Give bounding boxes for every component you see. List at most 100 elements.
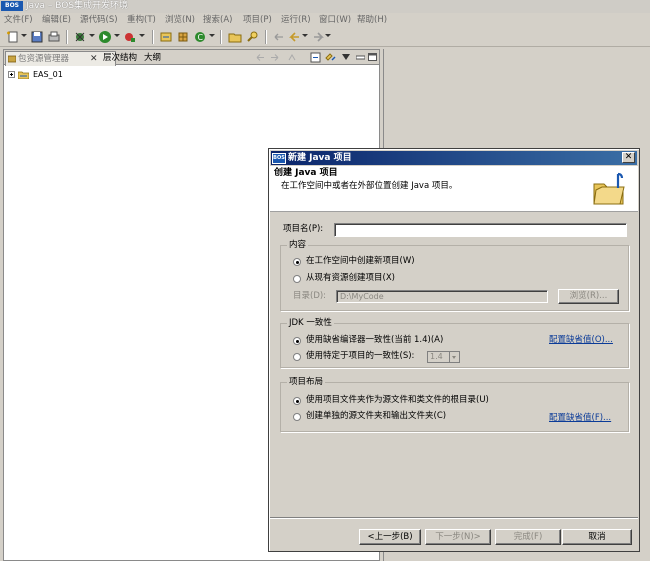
toolbar-separator [66,30,68,44]
separate-folders-radio[interactable] [293,413,301,421]
toolbar-separator [152,30,154,44]
window-title: Java – BOS集成开发环境 [26,1,129,11]
menu-run[interactable]: 运行(R) [281,13,311,27]
debug-dropdown-icon[interactable] [89,34,95,37]
menu-file[interactable]: 文件(F) [4,13,33,27]
dialog-header-title: 创建 Java 项目 [274,168,338,178]
new-package-icon[interactable] [176,30,190,44]
save-icon[interactable] [30,30,44,44]
external-tools-dropdown-icon[interactable] [139,34,145,37]
chevron-down-icon [449,352,459,362]
menu-search[interactable]: 搜索(A) [203,13,232,27]
project-folder-root-radio[interactable] [293,397,301,405]
back-nav-icon[interactable] [255,53,265,62]
create-new-project-label[interactable]: 在工作空间中创建新项目(W) [306,256,415,267]
forward-dropdown-icon[interactable] [325,34,331,37]
dialog-header-description: 在工作空间中或者在外部位置创建 Java 项目。 [281,181,458,191]
finish-button[interactable]: 完成(F) [495,529,561,545]
project-name-label: 项目名(P): [283,224,324,234]
cancel-button[interactable]: 取消 [562,529,632,545]
create-from-existing-label[interactable]: 从现有资源创建项目(X) [306,273,395,284]
configure-defaults-link[interactable]: 配置缺省值(O)... [549,335,613,346]
forward-nav-icon[interactable] [270,53,280,62]
up-icon[interactable] [287,53,297,62]
last-edit-icon[interactable] [272,30,286,44]
directory-label: 目录(D): [293,291,327,301]
menu-source[interactable]: 源代码(S) [80,13,118,27]
menu-refactor[interactable]: 重构(T) [127,13,156,27]
new-class-dropdown-icon[interactable] [209,34,215,37]
separate-folders-label[interactable]: 创建单独的源文件夹和输出文件夹(C) [306,411,446,422]
tab-hierarchy[interactable]: 层次结构 [103,51,137,65]
app-logo-icon: BOS [1,1,23,11]
search-icon[interactable] [245,30,259,44]
project-compliance-radio[interactable] [293,353,301,361]
create-from-existing-radio[interactable] [293,275,301,283]
open-type-icon[interactable] [228,30,242,44]
print-icon[interactable] [47,30,61,44]
package-explorer-icon [8,55,16,63]
maximize-view-icon[interactable] [368,53,377,61]
next-button[interactable]: 下一步(N)> [425,529,491,545]
directory-input[interactable]: D:\MyCode [336,290,548,303]
external-tools-icon[interactable] [123,30,137,44]
dialog-title: 新建 Java 项目 [288,153,352,163]
jdk-compliance-group: JDK 一致性 使用缺省编译器一致性(当前 1.4)(A) 配置缺省值(O)..… [280,318,629,368]
close-tab-icon[interactable]: ✕ [90,52,98,66]
default-compliance-label[interactable]: 使用缺省编译器一致性(当前 1.4)(A) [306,335,443,346]
forward-icon[interactable] [311,30,325,44]
toolbar-separator [220,30,222,44]
tree-item-label: EAS_01 [33,70,63,79]
new-java-project-icon[interactable] [159,30,173,44]
java-project-icon [18,71,29,79]
compliance-level-select[interactable]: 1.4 [427,351,460,363]
run-dropdown-icon[interactable] [114,34,120,37]
menu-project[interactable]: 项目(P) [243,13,272,27]
layout-group-title: 项目布局 [287,377,326,388]
new-dropdown-icon[interactable] [21,34,27,37]
project-name-input[interactable] [334,223,627,237]
back-icon[interactable] [288,30,302,44]
menu-help[interactable]: 帮助(H) [357,13,387,27]
toolbar-separator [265,30,267,44]
default-compliance-radio[interactable] [293,337,301,345]
svg-text:C: C [198,33,204,42]
button-bar-separator [270,517,638,519]
dialog-header-banner: 创建 Java 项目 在工作空间中或者在外部位置创建 Java 项目。 [270,166,638,212]
new-class-icon[interactable]: C [193,30,207,44]
menu-edit[interactable]: 编辑(E) [42,13,71,27]
window-titlebar[interactable]: BOS Java – BOS集成开发环境 [0,0,650,13]
debug-icon[interactable] [73,30,87,44]
minimize-view-icon[interactable] [356,54,365,60]
jdk-group-title: JDK 一致性 [287,318,334,329]
new-java-project-dialog: BOS 新建 Java 项目 ✕ 创建 Java 项目 在工作空间中或者在外部位… [268,148,640,552]
configure-layout-defaults-link[interactable]: 配置缺省值(F)... [549,413,611,424]
compliance-level-value: 1.4 [430,352,443,361]
main-toolbar: C [0,27,650,47]
dialog-logo-icon: BOS [272,153,286,164]
back-button[interactable]: <上一步(B) [359,529,421,545]
new-file-icon[interactable] [6,30,20,44]
menu-window[interactable]: 窗口(W) [319,13,351,27]
create-new-project-radio[interactable] [293,258,301,266]
java-project-wizard-icon [593,172,625,205]
menu-navigate[interactable]: 浏览(N) [165,13,195,27]
tab-package-explorer-label: 包资源管理器 [18,54,70,64]
project-compliance-label[interactable]: 使用特定于项目的一致性(S): [306,351,414,362]
project-folder-root-label[interactable]: 使用项目文件夹作为源文件和类文件的根目录(U) [306,395,489,406]
tab-package-explorer[interactable]: 包资源管理器 ✕ [5,51,116,66]
run-icon[interactable] [98,30,112,44]
contents-group-title: 内容 [287,240,309,251]
dialog-titlebar[interactable]: BOS 新建 Java 项目 ✕ [271,151,637,165]
link-with-editor-icon[interactable] [325,52,337,63]
project-layout-group: 项目布局 使用项目文件夹作为源文件和类文件的根目录(U) 创建单独的源文件夹和输… [280,377,629,432]
menu-bar: 文件(F) 编辑(E) 源代码(S) 重构(T) 浏览(N) 搜索(A) 项目(… [0,13,650,27]
contents-group: 内容 在工作空间中创建新项目(W) 从现有资源创建项目(X) 目录(D): D:… [280,240,629,311]
view-menu-icon[interactable] [342,54,350,60]
collapse-all-icon[interactable] [310,52,321,63]
back-dropdown-icon[interactable] [302,34,308,37]
expand-icon[interactable] [8,71,15,78]
dialog-close-button[interactable]: ✕ [622,152,635,163]
browse-button[interactable]: 浏览(R)... [558,289,619,304]
tab-outline[interactable]: 大纲 [144,51,161,65]
